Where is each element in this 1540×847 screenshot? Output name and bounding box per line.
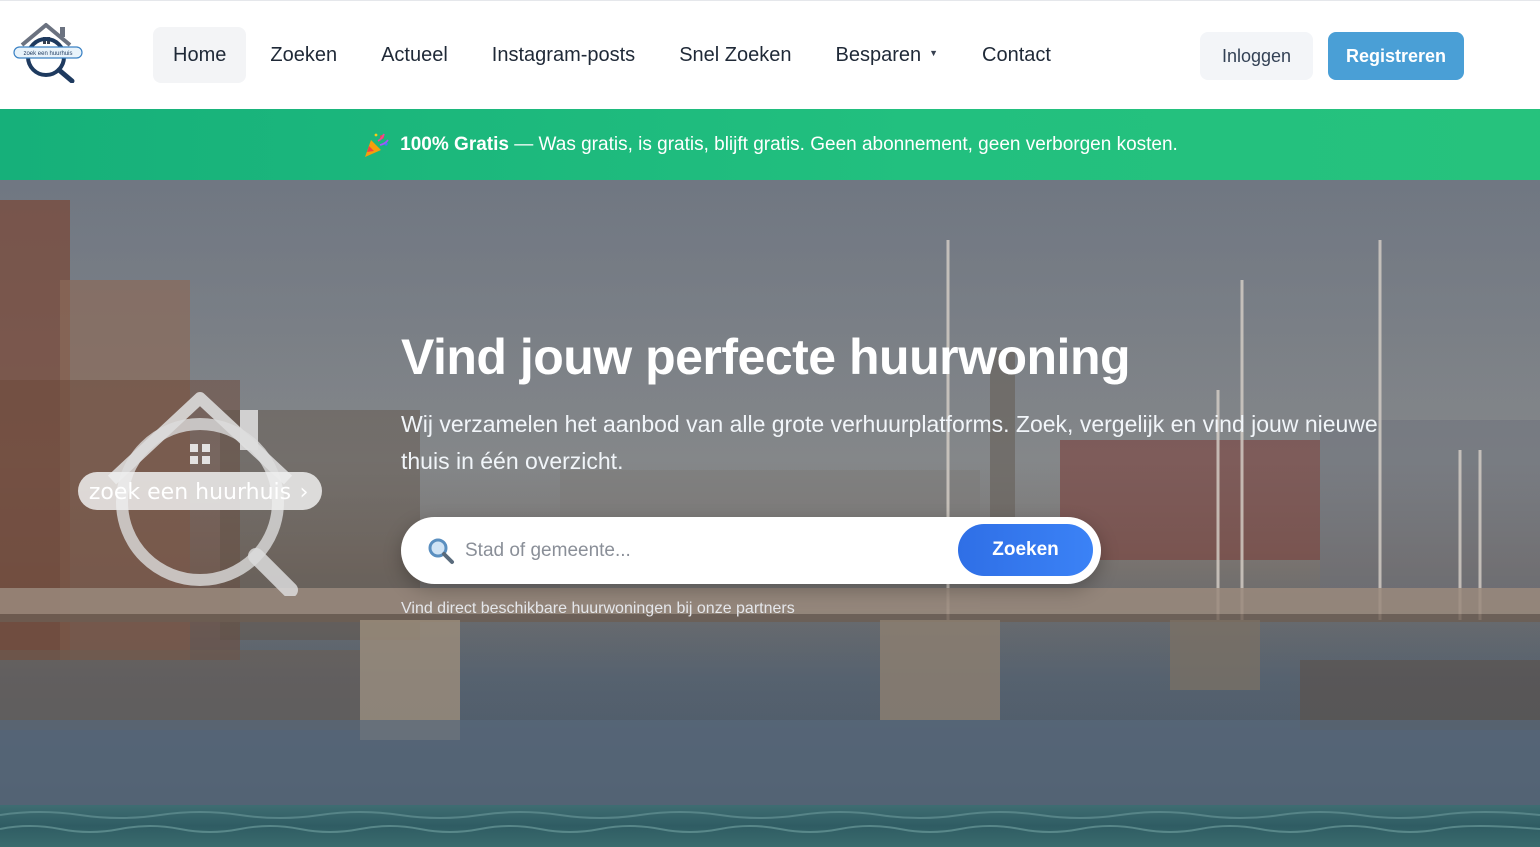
nav-actueel[interactable]: Actueel — [361, 27, 468, 83]
brand-logo[interactable]: zoek een huurhuis — [12, 19, 84, 83]
search-form: Zoeken — [401, 517, 1101, 584]
nav-contact[interactable]: Contact — [962, 27, 1071, 83]
party-popper-icon — [365, 133, 389, 157]
chevron-right-icon: › — [300, 480, 309, 505]
site-header: zoek een huurhuis Home Zoeken Actueel In… — [0, 0, 1540, 109]
hero-watermark-logo: zoek een huurhuis › — [78, 392, 322, 596]
caret-down-icon: ▼ — [929, 48, 939, 58]
nav-contact-label: Contact — [982, 43, 1051, 66]
register-button[interactable]: Registreren — [1328, 32, 1464, 80]
hero-logo-text: zoek een huurhuis — [89, 480, 291, 505]
promo-banner: 100% Gratis — Was gratis, is gratis, bli… — [0, 109, 1540, 180]
search-button[interactable]: Zoeken — [958, 524, 1093, 576]
nav-besparen-dropdown[interactable]: Besparen ▼ — [815, 27, 958, 83]
magnifier-icon — [428, 538, 454, 564]
login-button[interactable]: Inloggen — [1200, 32, 1313, 80]
nav-instagram-posts-label: Instagram-posts — [491, 43, 636, 66]
water-ripples — [0, 811, 1540, 833]
banner-message: — Was gratis, is gratis, blijft gratis. … — [514, 133, 1178, 155]
banner-text: 100% Gratis — Was gratis, is gratis, bli… — [400, 134, 1178, 156]
hero-subtitle: Wij verzamelen het aanbod van alle grote… — [401, 411, 1378, 474]
logo-text: zoek een huurhuis — [23, 51, 72, 57]
city-search-input[interactable] — [465, 531, 935, 571]
nav-snel-zoeken[interactable]: Snel Zoeken — [659, 27, 811, 83]
nav-actueel-label: Actueel — [381, 43, 448, 66]
main-nav: Home Zoeken Actueel Instagram-posts Snel… — [153, 27, 1071, 83]
nav-besparen-label: Besparen — [835, 43, 922, 66]
hero-title: Vind jouw perfecte huurwoning — [401, 329, 1131, 385]
nav-zoeken-label: Zoeken — [270, 43, 338, 66]
next-section-preview — [0, 805, 1540, 847]
nav-zoeken[interactable]: Zoeken — [250, 27, 357, 83]
hero-section: zoek een huurhuis › Vind jouw perfecte h… — [0, 180, 1540, 805]
hero-note: Vind direct beschikbare huurwoningen bij… — [401, 600, 795, 617]
nav-home[interactable]: Home — [153, 27, 247, 83]
banner-bold: 100% Gratis — [400, 133, 509, 155]
nav-instagram-posts[interactable]: Instagram-posts — [472, 27, 655, 83]
nav-home-label: Home — [173, 43, 227, 66]
nav-snel-zoeken-label: Snel Zoeken — [679, 43, 792, 66]
